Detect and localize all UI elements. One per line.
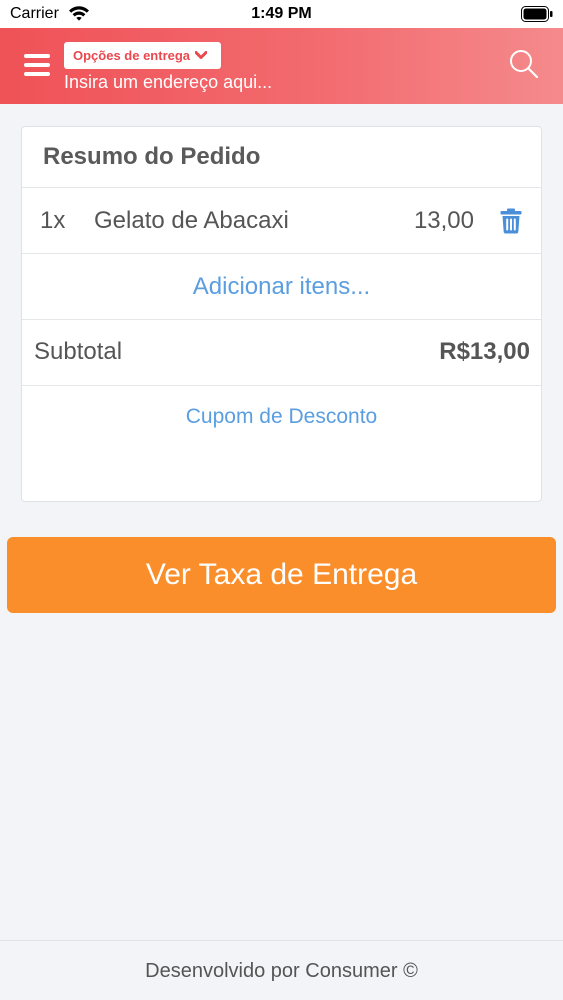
order-item-row: 1x Gelato de Abacaxi 13,00 bbox=[22, 188, 541, 254]
item-price: 13,00 bbox=[413, 207, 474, 234]
divider bbox=[22, 385, 541, 386]
subtotal-label: Subtotal bbox=[34, 338, 123, 365]
battery-icon bbox=[521, 6, 553, 27]
subtotal-value: R$13,00 bbox=[439, 338, 530, 365]
view-delivery-fee-button[interactable]: Ver Taxa de Entrega bbox=[7, 537, 556, 613]
footer-credit: Desenvolvido por Consumer © bbox=[0, 940, 563, 1000]
delivery-options-dropdown[interactable]: Opções de entrega bbox=[64, 42, 221, 69]
status-bar: Carrier 1:49 PM bbox=[0, 0, 563, 28]
add-items-link[interactable]: Adicionar itens... bbox=[22, 254, 541, 320]
app-header: Opções de entrega bbox=[0, 28, 563, 104]
chevron-down-icon bbox=[194, 48, 208, 63]
clock: 1:49 PM bbox=[251, 5, 312, 22]
menu-icon[interactable] bbox=[24, 54, 50, 76]
trash-icon[interactable] bbox=[500, 208, 522, 239]
order-summary-card: Resumo do Pedido 1x Gelato de Abacaxi 13… bbox=[21, 126, 542, 502]
address-input[interactable] bbox=[64, 72, 444, 93]
item-name: Gelato de Abacaxi bbox=[94, 207, 289, 234]
item-quantity: 1x bbox=[40, 207, 66, 234]
search-icon[interactable] bbox=[508, 48, 540, 85]
discount-coupon-link[interactable]: Cupom de Desconto bbox=[22, 405, 541, 429]
delivery-options-label: Opções de entrega bbox=[73, 48, 191, 63]
subtotal-row: Subtotal R$13,00 bbox=[22, 320, 541, 386]
order-summary-title: Resumo do Pedido bbox=[43, 143, 261, 170]
